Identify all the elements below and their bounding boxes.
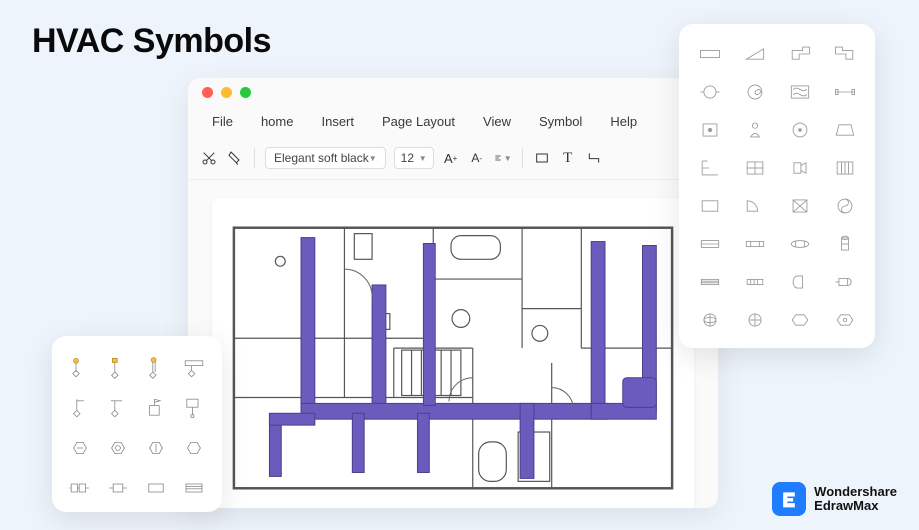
toolbar-separator (522, 148, 523, 168)
brand-line2: EdrawMax (814, 499, 897, 513)
hvac-symbol-panel-left (52, 336, 222, 512)
symbol-fitting-icon[interactable] (781, 154, 818, 182)
floor-plan (226, 212, 680, 504)
chevron-down-icon: ▼ (369, 154, 377, 163)
symbol-db-plug-icon[interactable] (64, 472, 96, 504)
brand-text: Wondershare EdrawMax (814, 485, 897, 512)
symbol-tri-icon[interactable] (736, 40, 773, 68)
symbol-hex-line-icon[interactable] (64, 392, 96, 424)
edrawmax-logo-icon (772, 482, 806, 516)
decrease-font-icon[interactable]: A- (468, 149, 486, 167)
app-window: File home Insert Page Layout View Symbol… (188, 78, 718, 508)
brand-line1: Wondershare (814, 485, 897, 499)
font-name-label: Elegant soft black (274, 151, 369, 165)
menu-page-layout[interactable]: Page Layout (368, 110, 469, 133)
connector-icon[interactable] (585, 149, 603, 167)
shape-rect-icon[interactable] (533, 149, 551, 167)
symbol-rect2-icon[interactable] (691, 192, 728, 220)
symbol-capsule-icon[interactable] (781, 268, 818, 296)
menu-symbol[interactable]: Symbol (525, 110, 596, 133)
hvac-symbol-panel-right (679, 24, 875, 348)
symbol-plug-sm-icon[interactable] (102, 472, 134, 504)
symbol-grid (691, 40, 863, 334)
symbol-cyl-icon[interactable] (826, 230, 863, 258)
symbol-hex-probe-icon[interactable] (64, 352, 96, 384)
symbol-vent-sm-icon[interactable] (178, 472, 210, 504)
symbol-hex-bar-icon[interactable] (102, 392, 134, 424)
symbol-crosscirc-icon[interactable] (736, 306, 773, 334)
format-painter-icon[interactable] (226, 149, 244, 167)
symbol-elbow-icon[interactable] (781, 40, 818, 68)
symbol-oval-icon[interactable] (781, 230, 818, 258)
font-select[interactable]: Elegant soft black ▼ (265, 147, 386, 169)
minimize-icon[interactable] (221, 87, 232, 98)
menu-view[interactable]: View (469, 110, 525, 133)
symbol-rect-icon[interactable] (691, 40, 728, 68)
symbol-valve-icon[interactable] (691, 78, 728, 106)
symbol-boxdot-icon[interactable] (691, 116, 728, 144)
toolbar: Elegant soft black ▼ 12 ▼ A+ A- ▼ T (188, 141, 718, 180)
text-tool-icon[interactable]: T (559, 149, 577, 167)
menu-insert[interactable]: Insert (307, 110, 368, 133)
symbol-frame-icon[interactable] (691, 154, 728, 182)
menu-file[interactable]: File (198, 110, 247, 133)
symbol-yin-icon[interactable] (826, 192, 863, 220)
toolbar-separator (254, 148, 255, 168)
symbol-box-x-icon[interactable] (781, 192, 818, 220)
symbol-hex2-icon[interactable] (826, 306, 863, 334)
chevron-down-icon: ▼ (419, 154, 427, 163)
symbol-globe-icon[interactable] (691, 306, 728, 334)
symbol-coil-icon[interactable] (826, 268, 863, 296)
drawing-canvas[interactable] (212, 198, 694, 508)
symbol-vent-icon[interactable] (736, 268, 773, 296)
symbol-hex-plain-icon[interactable] (178, 432, 210, 464)
brand-badge: Wondershare EdrawMax (772, 482, 897, 516)
symbol-trapezoid-icon[interactable] (826, 116, 863, 144)
menu-home[interactable]: home (247, 110, 308, 133)
maximize-icon[interactable] (240, 87, 251, 98)
increase-font-icon[interactable]: A+ (442, 149, 460, 167)
symbol-grid (64, 352, 210, 504)
symbol-quarter-icon[interactable] (736, 192, 773, 220)
window-controls (188, 78, 718, 106)
symbol-rect3-icon[interactable] (691, 230, 728, 258)
symbol-slot-icon[interactable] (691, 268, 728, 296)
symbol-hex-probe-icon[interactable] (140, 352, 172, 384)
symbol-bar-icon[interactable] (736, 230, 773, 258)
symbol-grid-icon[interactable] (736, 154, 773, 182)
page-title: HVAC Symbols (32, 22, 271, 61)
symbol-fan-icon[interactable] (736, 78, 773, 106)
align-icon[interactable]: ▼ (494, 149, 512, 167)
font-size-select[interactable]: 12 ▼ (394, 147, 434, 169)
symbol-hex-a-icon[interactable] (64, 432, 96, 464)
symbol-panel-lines-icon[interactable] (826, 154, 863, 182)
symbol-plug-hex-icon[interactable] (178, 352, 210, 384)
font-size-label: 12 (401, 151, 414, 165)
symbol-hex-probe-icon[interactable] (102, 352, 134, 384)
symbol-elbow-l-icon[interactable] (826, 40, 863, 68)
symbol-hex-c-icon[interactable] (140, 432, 172, 464)
symbol-box-flag-icon[interactable] (140, 392, 172, 424)
symbol-box-stem-icon[interactable] (178, 392, 210, 424)
close-icon[interactable] (202, 87, 213, 98)
symbol-person-icon[interactable] (736, 116, 773, 144)
symbol-rect-sm-icon[interactable] (140, 472, 172, 504)
symbol-hex-icon[interactable] (781, 306, 818, 334)
menu-help[interactable]: Help (596, 110, 651, 133)
symbol-circledot-icon[interactable] (781, 116, 818, 144)
cut-icon[interactable] (200, 149, 218, 167)
chevron-down-icon: ▼ (504, 154, 512, 163)
symbol-pipe-icon[interactable] (826, 78, 863, 106)
symbol-wave-icon[interactable] (781, 78, 818, 106)
menu-bar: File home Insert Page Layout View Symbol… (188, 106, 718, 141)
symbol-hex-b-icon[interactable] (102, 432, 134, 464)
